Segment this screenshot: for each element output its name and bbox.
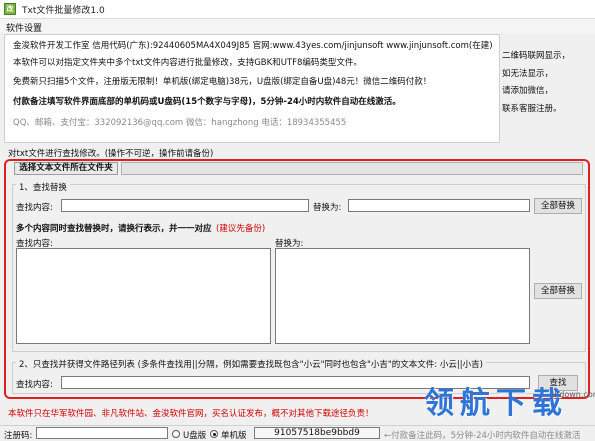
menu-item-settings[interactable]: 软件设置 <box>6 21 42 34</box>
multi-replace-textarea[interactable] <box>275 248 530 344</box>
machine-code-field[interactable]: 91057518be9bbd9 <box>254 427 380 439</box>
payment-note-text: 付款备注填写软件界面底部的单机码或U盘码(15个数字与字母)，5分钟-24小时内… <box>13 97 401 107</box>
description-text: 本软件可以对指定文件夹中多个txt文件内容进行批量修改，支持GBK和UTF8编码… <box>13 58 362 68</box>
reg-code-input[interactable] <box>36 427 168 439</box>
company-info: 金浚软件开发工作室 信用代码(广东):92440605MA4X049J85 官网… <box>13 41 493 51</box>
find-only-title: 2、只查找并获得文件路径列表 (多条件查找用||分隔，例如需要查找既包含"小云"… <box>16 358 486 370</box>
machine-code-hint: ←付款备注此码，5分钟-24小时内软件自动在线激活 <box>384 431 581 441</box>
multi-replace-note: 多个内容同时查找替换时，请换行表示，并一一对应 <box>16 224 212 234</box>
single-version-radio[interactable] <box>210 430 218 438</box>
app-icon: 改 <box>4 3 16 15</box>
qr-info-panel: 二维码联网显示， 如无法显示， 请添加微信， 联系客服注册。 <box>502 50 592 120</box>
find-label: 查找内容: <box>16 203 53 213</box>
window-title: Txt文件批量修改1.0 <box>22 6 105 16</box>
reg-code-label: 注册码: <box>4 431 33 441</box>
operation-note: 对txt文件进行查找修改。(操作不可逆，操作前请备份) <box>8 149 214 159</box>
replace-all-button[interactable]: 全部替换 <box>534 198 582 214</box>
source-notice: 本软件只在华军软件园、非凡软件站、金浚软件官网，买名认证发布，概不对其他下载途径… <box>8 409 374 419</box>
qr-hint-4: 联系客服注册。 <box>502 103 562 114</box>
pricing-text: 免费新只扫描5个文件，注册版无限制！单机版(绑定电脑)38元，U盘版(绑定自备U… <box>13 77 432 87</box>
find-replace-title: 1、查找替换 <box>16 181 70 193</box>
usb-version-radio[interactable] <box>172 430 180 438</box>
qr-hint-2: 如无法显示， <box>502 68 554 79</box>
contact-text: QQ、邮箱、支付宝：332092136@qq.com 微信：hangzhong … <box>13 118 347 128</box>
multi-find-textarea[interactable] <box>16 248 271 344</box>
find-only-label: 查找内容: <box>16 380 53 390</box>
qr-hint-3: 请添加微信， <box>502 86 554 96</box>
find-input[interactable] <box>61 199 309 212</box>
usb-version-label: U盘版 <box>183 431 207 441</box>
backup-warning: (建议先备份) <box>216 224 266 234</box>
replace-label: 替换为: <box>313 203 342 213</box>
replace-input[interactable] <box>348 199 530 212</box>
multi-replace-all-button[interactable]: 全部替换 <box>534 283 582 299</box>
watermark-url: lhdown.com <box>552 390 595 399</box>
watermark-logo: 领航下载 <box>424 386 568 421</box>
folder-path-field[interactable] <box>121 162 583 175</box>
menu-bar <box>0 19 595 33</box>
info-panel: 金浚软件开发工作室 信用代码(广东):92440605MA4X049J85 官网… <box>4 34 500 143</box>
qr-hint-1: 二维码联网显示， <box>502 51 571 61</box>
single-version-label: 单机版 <box>221 431 247 441</box>
select-folder-button[interactable]: 选择文本文件所在文件夹 <box>14 162 118 175</box>
